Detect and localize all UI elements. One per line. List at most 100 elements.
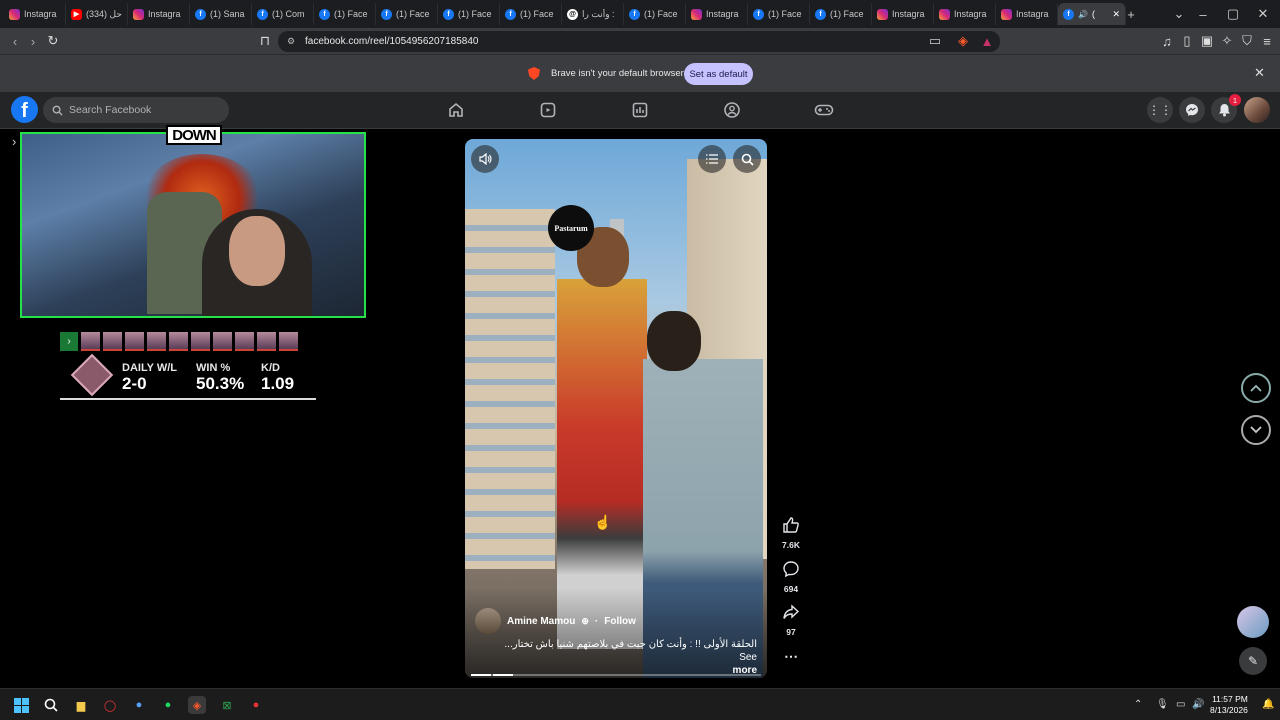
- bookmark-icon[interactable]: ⊓: [256, 32, 274, 50]
- tab-label: (1) Face: [334, 9, 368, 19]
- comment-icon[interactable]: [782, 560, 800, 578]
- video-building-left: [465, 209, 555, 569]
- reels-icon[interactable]: [539, 101, 557, 119]
- more-options-icon[interactable]: ⋯: [778, 648, 804, 665]
- browser-tab[interactable]: Instagra: [686, 3, 748, 25]
- follow-button[interactable]: Follow: [604, 616, 636, 627]
- stat-label: WIN %: [196, 362, 231, 374]
- hero-portrait: [279, 332, 298, 351]
- browser-tab[interactable]: Instagra: [934, 3, 996, 25]
- brave-taskbar-icon[interactable]: ◈: [188, 696, 206, 714]
- browser-tab[interactable]: f (1) Face: [810, 3, 872, 25]
- profile-avatar[interactable]: [1244, 97, 1270, 123]
- menu-grid-icon[interactable]: ⋮⋮: [1147, 97, 1173, 123]
- opera-icon[interactable]: ◯: [101, 696, 119, 714]
- browser-tab[interactable]: Instagra: [128, 3, 190, 25]
- taskbar-search-icon[interactable]: [42, 696, 60, 714]
- tab-active[interactable]: f 🔊(✕: [1058, 3, 1126, 25]
- volume-icon[interactable]: [471, 145, 499, 173]
- vpn-icon[interactable]: ⛉: [1238, 32, 1256, 50]
- comment-action[interactable]: 694: [778, 560, 804, 594]
- windows-start-icon[interactable]: [12, 696, 30, 714]
- reel-video[interactable]: Pastarum Amine Mamou ⊕ · Follow الحلقة ا…: [465, 139, 767, 678]
- panel-expand-icon[interactable]: ›: [12, 134, 16, 149]
- forward-button[interactable]: ›: [24, 32, 42, 50]
- youtube-icon: ▶: [71, 8, 82, 20]
- browser-tab[interactable]: f (1) Face: [624, 3, 686, 25]
- browser-tab[interactable]: ▶ (334) حل: [66, 3, 128, 25]
- browser-tab[interactable]: f (1) Face: [314, 3, 376, 25]
- home-icon[interactable]: [447, 101, 465, 119]
- tab-search-icon[interactable]: ⌄: [1168, 0, 1190, 28]
- xbox-icon[interactable]: ⊠: [218, 696, 236, 714]
- messenger-icon[interactable]: [1179, 97, 1205, 123]
- cast-icon[interactable]: ▭: [926, 32, 944, 50]
- url-field[interactable]: ⚙ facebook.com/reel/1054956207185840: [278, 31, 1000, 52]
- search-input[interactable]: Search Facebook: [43, 97, 229, 123]
- browser-tab[interactable]: f (1) Sana: [190, 3, 252, 25]
- browser-tab[interactable]: Instagra: [4, 3, 66, 25]
- share-action[interactable]: 97: [778, 603, 804, 637]
- default-browser-infobar: Brave isn't your default browser Set as …: [0, 54, 1280, 92]
- tab-label: Instagra: [892, 9, 925, 19]
- file-explorer-icon[interactable]: ▆: [72, 696, 90, 714]
- volume-tray-icon[interactable]: 🔊: [1192, 699, 1204, 710]
- author-name[interactable]: Amine Mamou: [507, 616, 575, 627]
- tray-chevron-up-icon[interactable]: ⌃: [1134, 699, 1142, 710]
- infobar-close-icon[interactable]: ✕: [1254, 65, 1265, 81]
- red-app-icon[interactable]: ●: [247, 696, 265, 714]
- set-as-default-button[interactable]: Set as default: [684, 63, 753, 85]
- new-message-icon[interactable]: ✎: [1239, 647, 1267, 675]
- tab-close-icon[interactable]: ✕: [1112, 9, 1120, 20]
- browser-tab[interactable]: f (1) Face: [748, 3, 810, 25]
- browser-tab[interactable]: f (1) Face: [500, 3, 562, 25]
- spotify-icon[interactable]: ●: [159, 696, 177, 714]
- wallet-icon[interactable]: ▣: [1198, 32, 1216, 50]
- reel-progress-bar[interactable]: [471, 674, 761, 676]
- app-icon[interactable]: ●: [130, 696, 148, 714]
- sidebar-icon[interactable]: ▯: [1178, 32, 1196, 50]
- groups-icon[interactable]: [723, 101, 741, 119]
- hero-portrait: [235, 332, 254, 351]
- next-reel-button[interactable]: [1241, 415, 1271, 445]
- back-button[interactable]: ‹: [6, 32, 24, 50]
- media-icon[interactable]: ♫: [1158, 32, 1176, 50]
- menu-icon[interactable]: ≡: [1258, 32, 1276, 50]
- leo-ai-icon[interactable]: ✧: [1218, 32, 1236, 50]
- author-avatar[interactable]: [475, 608, 501, 634]
- notification-center-icon[interactable]: 🔔: [1262, 699, 1274, 710]
- microphone-icon[interactable]: 🎙: [1156, 699, 1169, 710]
- marketplace-icon[interactable]: [631, 101, 649, 119]
- gaming-icon[interactable]: [814, 101, 834, 119]
- close-window-button[interactable]: ✕: [1252, 0, 1274, 28]
- tab-audio-icon[interactable]: 🔊: [1078, 10, 1088, 19]
- browser-tab[interactable]: f (1) Face: [438, 3, 500, 25]
- chat-head-avatar[interactable]: [1237, 606, 1269, 638]
- reel-author[interactable]: Amine Mamou ⊕ · Follow: [475, 608, 636, 634]
- browser-tab[interactable]: f (1) Com: [252, 3, 314, 25]
- share-icon[interactable]: [782, 603, 800, 621]
- browser-tab[interactable]: f (1) Face: [376, 3, 438, 25]
- tab-label: (1) Face: [458, 9, 492, 19]
- new-tab-button[interactable]: +: [1120, 0, 1142, 28]
- network-icon[interactable]: ▭: [1176, 699, 1185, 710]
- browser-tab[interactable]: Instagra: [996, 3, 1058, 25]
- brave-shields-icon[interactable]: ◈: [954, 32, 972, 50]
- like-action[interactable]: 7.6K: [778, 516, 804, 550]
- brave-rewards-icon[interactable]: ▲: [978, 32, 996, 50]
- browser-tab[interactable]: @ وأنت را :: [562, 3, 624, 25]
- system-clock[interactable]: 11:57 PM 8/13/2026: [1210, 694, 1248, 716]
- site-info-icon[interactable]: ⚙: [287, 36, 295, 47]
- reel-search-icon[interactable]: [733, 145, 761, 173]
- minimize-button[interactable]: –: [1192, 0, 1214, 28]
- facebook-logo[interactable]: f: [11, 96, 38, 123]
- like-icon[interactable]: [782, 516, 800, 534]
- browser-tab[interactable]: Instagra: [872, 3, 934, 25]
- instagram-icon: [691, 8, 702, 20]
- hero-strip: ›: [60, 332, 306, 351]
- maximize-button[interactable]: ▢: [1222, 0, 1244, 28]
- stats-divider: [60, 398, 316, 400]
- previous-reel-button[interactable]: [1241, 373, 1271, 403]
- reload-button[interactable]: ↻: [44, 32, 62, 50]
- list-icon[interactable]: [698, 145, 726, 173]
